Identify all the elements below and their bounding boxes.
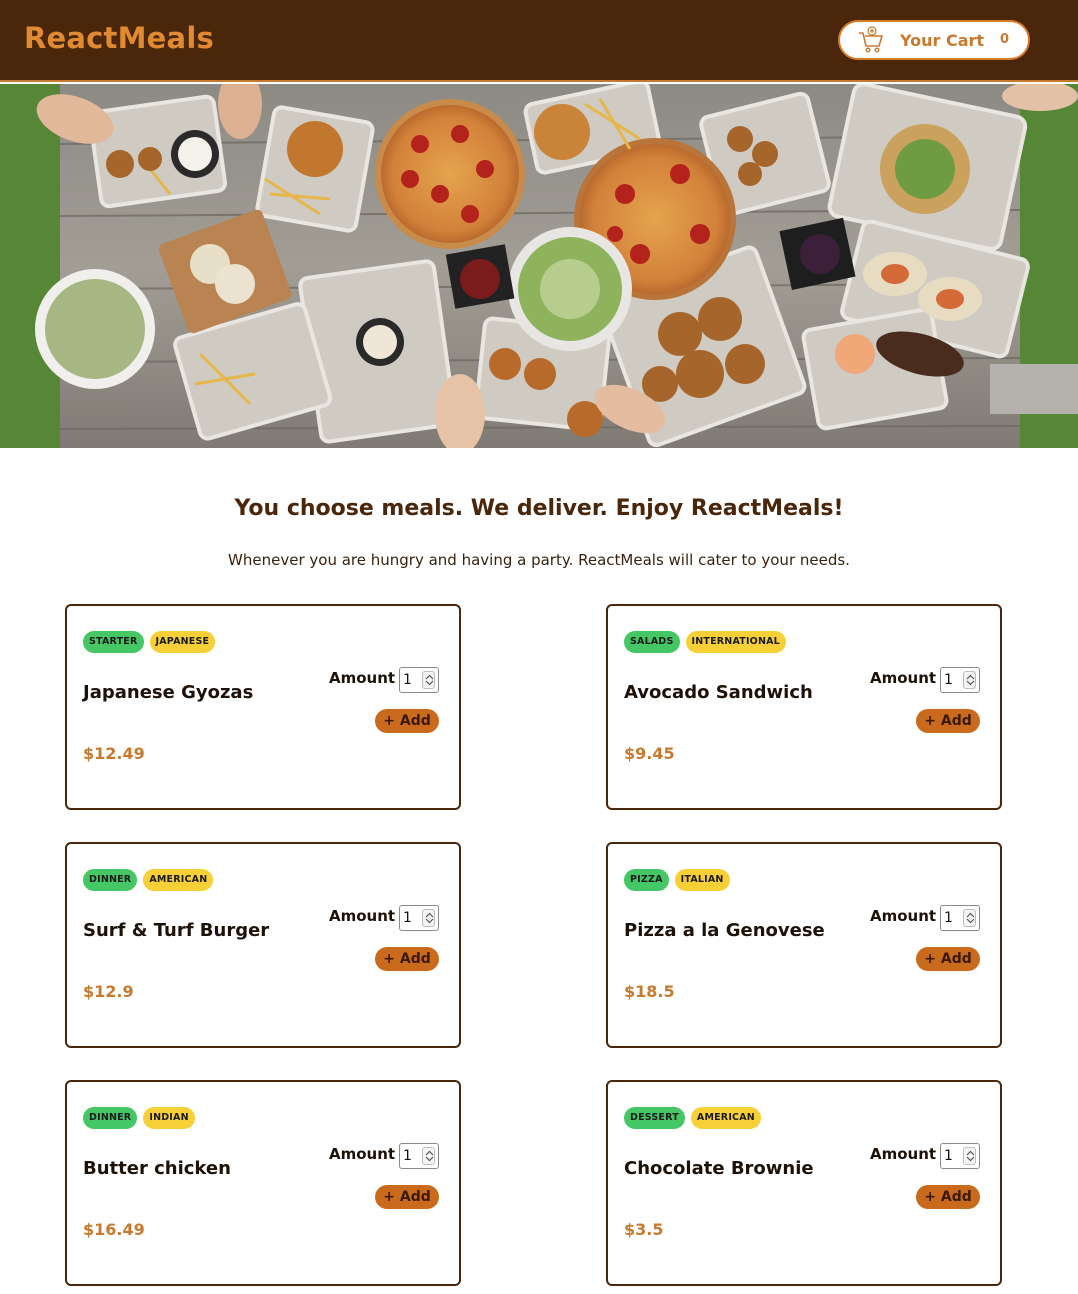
meal-tags: DINNER INDIAN: [83, 1107, 195, 1129]
meal-card: STARTER JAPANESE Japanese Gyozas $12.49 …: [65, 604, 461, 810]
category-tag: DINNER: [83, 869, 138, 891]
meal-price: $9.45: [624, 744, 675, 763]
spinner-icon[interactable]: [963, 671, 976, 689]
amount-value: 1: [944, 910, 953, 926]
meal-card: DINNER INDIAN Butter chicken $16.49 Amou…: [65, 1080, 461, 1286]
meal-price: $12.9: [83, 982, 134, 1001]
page-headline: You choose meals. We deliver. Enjoy Reac…: [234, 496, 844, 521]
app-header: ReactMeals Your Cart 0: [0, 0, 1078, 82]
amount-input[interactable]: 1: [940, 1143, 980, 1169]
cuisine-tag: INTERNATIONAL: [685, 631, 786, 653]
meal-price: $12.49: [83, 744, 145, 763]
spinner-icon[interactable]: [422, 671, 435, 689]
meal-tags: DESSERT AMERICAN: [624, 1107, 761, 1129]
hero-food-image: [0, 84, 1078, 448]
meal-price: $18.5: [624, 982, 675, 1001]
add-to-cart-button[interactable]: + Add: [375, 709, 439, 733]
cart-label: Your Cart: [900, 31, 985, 50]
meal-name: Pizza a la Genovese: [624, 920, 825, 941]
amount-input[interactable]: 1: [399, 667, 439, 693]
meal-card: DINNER AMERICAN Surf & Turf Burger $12.9…: [65, 842, 461, 1048]
add-to-cart-button[interactable]: + Add: [916, 947, 980, 971]
brand-logo[interactable]: ReactMeals: [24, 21, 214, 55]
meal-tags: STARTER JAPANESE: [83, 631, 216, 653]
amount-label: Amount: [329, 669, 396, 687]
category-tag: STARTER: [83, 631, 144, 653]
cuisine-tag: ITALIAN: [674, 869, 730, 891]
spinner-icon[interactable]: [422, 909, 435, 927]
cuisine-tag: JAPANESE: [149, 631, 216, 653]
meal-price: $3.5: [624, 1220, 664, 1239]
amount-value: 1: [944, 672, 953, 688]
meal-tags: DINNER AMERICAN: [83, 869, 214, 891]
meal-tags: PIZZA ITALIAN: [624, 869, 730, 891]
amount-label: Amount: [870, 907, 937, 925]
amount-label: Amount: [870, 1145, 937, 1163]
category-tag: SALADS: [624, 631, 680, 653]
meal-name: Surf & Turf Burger: [83, 920, 270, 941]
amount-label: Amount: [329, 1145, 396, 1163]
meal-price: $16.49: [83, 1220, 145, 1239]
amount-value: 1: [403, 910, 412, 926]
page-subheadline: Whenever you are hungry and having a par…: [228, 551, 850, 569]
amount-value: 1: [403, 672, 412, 688]
amount-input[interactable]: 1: [399, 905, 439, 931]
amount-input[interactable]: 1: [940, 905, 980, 931]
add-to-cart-button[interactable]: + Add: [916, 1185, 980, 1209]
meal-name: Butter chicken: [83, 1158, 231, 1179]
meal-card: SALADS INTERNATIONAL Avocado Sandwich $9…: [606, 604, 1002, 810]
cuisine-tag: AMERICAN: [690, 1107, 761, 1129]
cart-button[interactable]: Your Cart 0: [838, 20, 1030, 60]
cart-badge: 0: [1000, 32, 1010, 47]
amount-label: Amount: [329, 907, 396, 925]
add-to-cart-button[interactable]: + Add: [916, 709, 980, 733]
cart-icon: [859, 26, 883, 53]
amount-input[interactable]: 1: [399, 1143, 439, 1169]
meal-name: Avocado Sandwich: [624, 682, 813, 703]
amount-label: Amount: [870, 669, 937, 687]
meal-name: Japanese Gyozas: [83, 682, 254, 703]
category-tag: DINNER: [83, 1107, 138, 1129]
add-to-cart-button[interactable]: + Add: [375, 947, 439, 971]
spinner-icon[interactable]: [422, 1147, 435, 1165]
cuisine-tag: INDIAN: [143, 1107, 195, 1129]
amount-input[interactable]: 1: [940, 667, 980, 693]
spinner-icon[interactable]: [963, 1147, 976, 1165]
cuisine-tag: AMERICAN: [143, 869, 214, 891]
meal-card: PIZZA ITALIAN Pizza a la Genovese $18.5 …: [606, 842, 1002, 1048]
meal-card: DESSERT AMERICAN Chocolate Brownie $3.5 …: [606, 1080, 1002, 1286]
amount-value: 1: [944, 1148, 953, 1164]
add-to-cart-button[interactable]: + Add: [375, 1185, 439, 1209]
amount-value: 1: [403, 1148, 412, 1164]
category-tag: DESSERT: [624, 1107, 685, 1129]
meal-tags: SALADS INTERNATIONAL: [624, 631, 786, 653]
meal-name: Chocolate Brownie: [624, 1158, 814, 1179]
category-tag: PIZZA: [624, 869, 669, 891]
spinner-icon[interactable]: [963, 909, 976, 927]
